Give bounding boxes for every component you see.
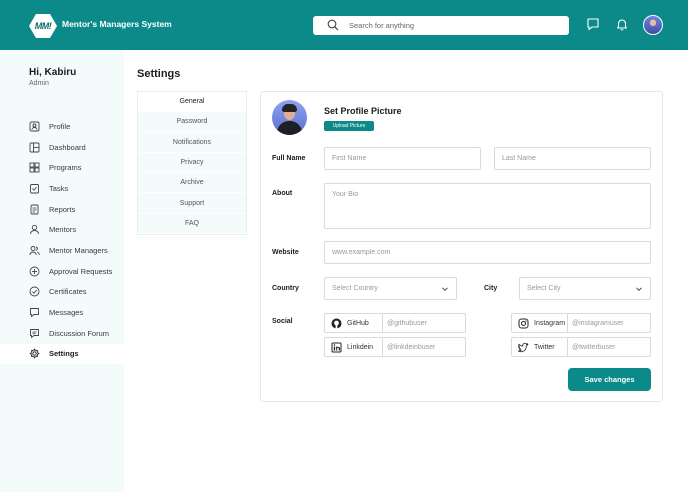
mentor-managers-icon <box>29 246 40 256</box>
sidebar-item-label: Reports <box>49 204 76 214</box>
profile-icon <box>29 121 40 132</box>
chat-icon[interactable] <box>586 17 600 31</box>
gear-icon <box>29 349 40 359</box>
instagram-icon <box>518 318 529 328</box>
linkedin-label: Linkdein <box>347 343 374 351</box>
reports-icon <box>30 204 39 215</box>
website-label: Website <box>272 249 299 256</box>
search-bar[interactable] <box>313 16 569 35</box>
sidebar-item-label: Profile <box>49 121 71 131</box>
user-avatar[interactable] <box>643 15 663 35</box>
chevron-down-icon <box>442 286 448 291</box>
sidebar-item-discussion-forum[interactable]: Discussion Forum <box>0 323 124 344</box>
save-changes-button[interactable]: Save changes <box>568 368 651 391</box>
website-field[interactable] <box>324 241 651 264</box>
sidebar-item-label: Messages <box>49 308 84 318</box>
country-select-value: Select Country <box>332 285 378 292</box>
forum-icon <box>30 328 39 338</box>
set-profile-picture-title: Set Profile Picture <box>324 106 402 116</box>
city-select-value: Select City <box>527 285 561 292</box>
linkedin-social-field[interactable]: Linkdein @linkdeinbuser <box>324 337 466 357</box>
tab-archive[interactable]: Archive <box>138 173 246 194</box>
page-title: Settings <box>137 68 181 80</box>
instagram-label: Instagram <box>534 319 566 327</box>
instagram-handle: @instagramuser <box>572 319 624 327</box>
sidebar-item-label: Discussion Forum <box>49 328 110 338</box>
sidebar-item-messages[interactable]: Messages <box>0 302 124 323</box>
sidebar-item-label: Tasks <box>49 183 69 193</box>
tab-notifications[interactable]: Notifications <box>138 133 246 153</box>
github-handle: @githubuser <box>387 319 427 327</box>
sidebar-item-dashboard[interactable]: Dashboard <box>0 137 124 158</box>
programs-icon <box>29 162 40 173</box>
twitter-social-field[interactable]: Twitter @twitterbuser <box>511 337 651 357</box>
instagram-social-field[interactable]: Instagram @instagramuser <box>511 313 651 333</box>
sidebar-item-label: Mentors <box>49 225 77 235</box>
sidebar-item-label: Mentor Managers <box>49 245 108 255</box>
upload-picture-button[interactable]: Upload Picture <box>324 121 374 131</box>
certificate-icon <box>29 286 40 297</box>
sidebar-item-label: Programs <box>49 163 82 173</box>
sidebar-item-settings[interactable]: Settings <box>0 343 124 365</box>
dashboard-icon <box>29 142 40 152</box>
country-select[interactable]: Select Country <box>324 277 457 300</box>
sidebar-item-mentor-managers[interactable]: Mentor Managers <box>0 240 124 261</box>
bio-field[interactable] <box>324 183 651 229</box>
approval-icon <box>29 266 40 277</box>
sidebar-item-reports[interactable]: Reports <box>0 199 124 220</box>
github-icon <box>331 318 342 328</box>
search-icon <box>327 19 339 31</box>
sidebar-item-label: Approval Requests <box>49 266 113 276</box>
search-input[interactable] <box>349 18 559 33</box>
sidebar-item-mentors[interactable]: Mentors <box>0 219 124 240</box>
sidebar-item-label: Dashboard <box>49 142 86 152</box>
country-label: Country <box>272 285 299 292</box>
app-logo[interactable]: MM! <box>29 14 57 38</box>
github-social-field[interactable]: GitHub @githubuser <box>324 313 466 333</box>
linkedin-handle: @linkdeinbuser <box>387 343 436 351</box>
tasks-icon <box>30 183 39 194</box>
sidebar-nav: Profile Dashboard Programs Tasks Reports… <box>0 116 124 365</box>
twitter-handle: @twitterbuser <box>572 343 616 351</box>
tab-support[interactable]: Support <box>138 193 246 214</box>
tab-password[interactable]: Password <box>138 112 246 133</box>
tab-general[interactable]: General <box>138 92 246 113</box>
app-title: Mentor's Managers System <box>62 19 172 29</box>
top-header: MM! Mentor's Managers System <box>0 0 688 50</box>
tab-privacy[interactable]: Privacy <box>138 153 246 174</box>
city-label: City <box>484 285 498 292</box>
sidebar-item-profile[interactable]: Profile <box>0 116 124 137</box>
sidebar-item-tasks[interactable]: Tasks <box>0 178 124 199</box>
twitter-icon <box>518 342 529 352</box>
tab-faq[interactable]: FAQ <box>138 214 246 235</box>
sidebar-item-certificates[interactable]: Certificates <box>0 282 124 303</box>
bell-icon[interactable] <box>615 17 629 31</box>
chevron-down-icon <box>636 286 642 291</box>
full-name-label: Full Name <box>272 155 306 162</box>
logo-text: MM! <box>34 21 52 31</box>
user-role: Admin <box>29 80 49 87</box>
profile-picture <box>272 100 307 135</box>
sidebar-item-label: Settings <box>49 349 79 359</box>
sidebar-item-programs[interactable]: Programs <box>0 157 124 178</box>
social-label: Social <box>272 318 293 325</box>
linkedin-icon <box>331 342 342 352</box>
settings-tabs: General Password Notifications Privacy A… <box>137 91 247 236</box>
city-select[interactable]: Select City <box>519 277 651 300</box>
sidebar-item-approval-requests[interactable]: Approval Requests <box>0 261 124 282</box>
first-name-field[interactable] <box>324 147 481 170</box>
user-greeting: Hi, Kabiru <box>29 67 77 78</box>
twitter-label: Twitter <box>534 343 555 351</box>
about-label: About <box>272 190 293 197</box>
github-label: GitHub <box>347 319 369 327</box>
messages-icon <box>30 308 39 317</box>
sidebar-item-label: Certificates <box>49 287 87 297</box>
mentors-icon <box>30 225 39 235</box>
last-name-field[interactable] <box>494 147 651 170</box>
